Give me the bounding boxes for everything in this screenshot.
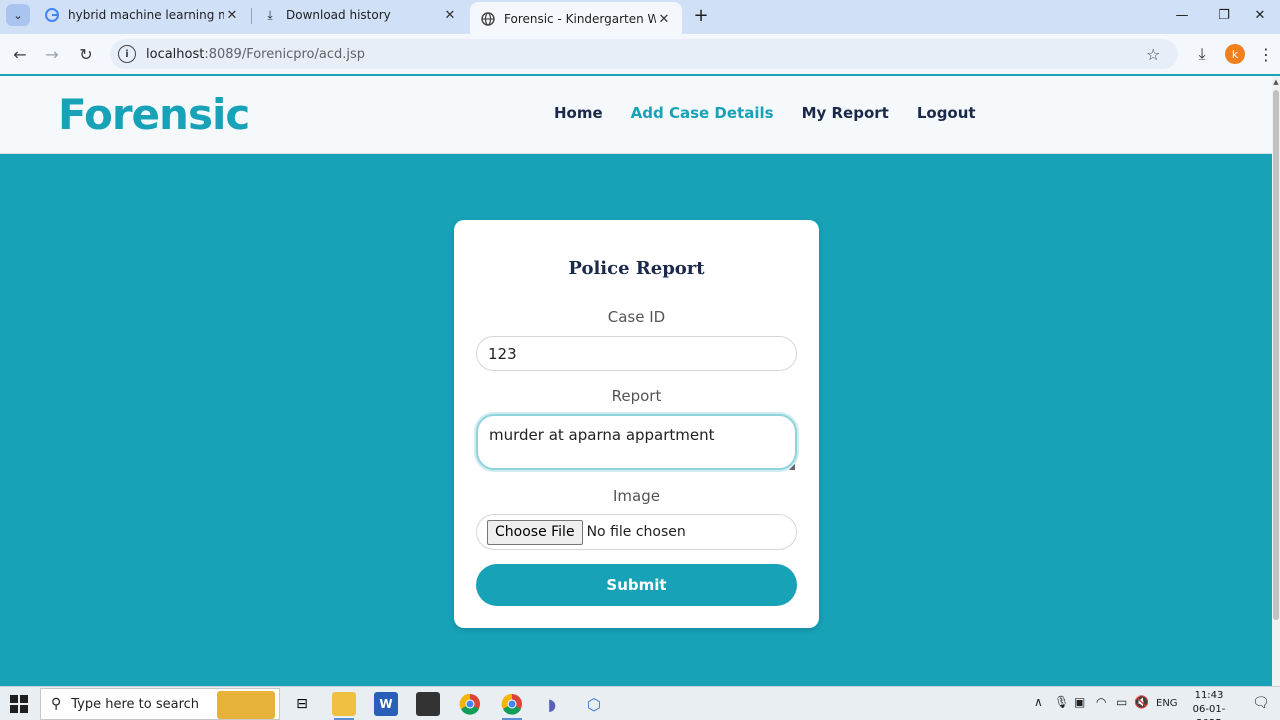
avatar: k bbox=[1225, 44, 1245, 64]
image-label: Image bbox=[613, 487, 660, 505]
terminal-icon[interactable] bbox=[416, 692, 440, 716]
globe-icon bbox=[480, 11, 496, 27]
site-header: Forensic Home Add Case Details My Report… bbox=[0, 76, 1272, 154]
clock-time: 11:43 bbox=[1194, 690, 1224, 701]
tab-hybrid-ml[interactable]: hybrid machine learning model ✕ bbox=[34, 0, 250, 30]
windows-taskbar: ⚲ Type here to search ⊟ W ◗ ⬡ ∧ 🎙 ▣ ◠ ▭ … bbox=[0, 686, 1280, 720]
minimize-icon[interactable]: — bbox=[1162, 2, 1202, 28]
battery-icon[interactable]: ▭ bbox=[1116, 695, 1127, 709]
restore-icon[interactable]: ❐ bbox=[1204, 2, 1244, 28]
submit-button[interactable]: Submit bbox=[476, 564, 797, 606]
browser-tab-strip: ⌄ hybrid machine learning model ✕ ⤓ Down… bbox=[0, 0, 1280, 36]
file-status-text: No file chosen bbox=[586, 524, 686, 540]
profile-avatar[interactable]: k bbox=[1224, 42, 1246, 66]
url-path: :8089/Forenicpro/acd.jsp bbox=[204, 46, 366, 62]
search-icon: ⚲ bbox=[51, 696, 62, 712]
virtualbox-icon[interactable]: ⬡ bbox=[582, 692, 606, 716]
image-file-input[interactable]: Choose File No file chosen bbox=[476, 514, 797, 550]
police-report-card: Police Report Case ID Report murder at a… bbox=[454, 220, 819, 628]
clock-date: 06-01-2025 bbox=[1192, 704, 1226, 720]
site-logo[interactable]: Forensic bbox=[58, 90, 250, 139]
site-info-icon[interactable]: i bbox=[118, 45, 136, 63]
nav-my-report[interactable]: My Report bbox=[802, 104, 889, 122]
main-nav: Home Add Case Details My Report Logout bbox=[554, 104, 1004, 122]
nav-logout[interactable]: Logout bbox=[917, 104, 976, 122]
address-bar[interactable]: i localhost:8089/Forenicpro/acd.jsp ☆ bbox=[110, 39, 1178, 69]
report-label: Report bbox=[611, 387, 662, 405]
search-highlight-image bbox=[217, 691, 275, 719]
volume-muted-icon[interactable]: 🔇 bbox=[1134, 695, 1149, 709]
kebab-menu-icon[interactable]: ⋮ bbox=[1256, 42, 1276, 66]
close-icon[interactable]: ✕ bbox=[442, 7, 458, 23]
chrome-profile-icon[interactable] bbox=[500, 692, 524, 720]
microphone-icon[interactable]: 🎙 bbox=[1054, 695, 1069, 709]
word-icon[interactable]: W bbox=[374, 692, 398, 716]
meet-icon[interactable]: ▣ bbox=[1074, 695, 1085, 709]
google-icon bbox=[44, 7, 60, 23]
choose-file-button[interactable]: Choose File bbox=[487, 519, 583, 545]
tab-search-chevron-icon[interactable]: ⌄ bbox=[6, 4, 30, 26]
windows-start-icon[interactable] bbox=[10, 695, 28, 713]
tab-title: Forensic - Kindergarten Website bbox=[504, 12, 656, 26]
report-textarea[interactable]: murder at aparna appartment bbox=[476, 414, 797, 470]
scrollbar-thumb[interactable] bbox=[1273, 90, 1279, 620]
case-id-label: Case ID bbox=[607, 308, 666, 326]
wifi-icon[interactable]: ◠ bbox=[1096, 695, 1106, 709]
resize-handle-icon[interactable]: ◢ bbox=[789, 462, 795, 471]
chrome-icon[interactable] bbox=[458, 692, 482, 716]
downloads-icon[interactable]: ⤓ bbox=[1190, 42, 1214, 66]
language-indicator[interactable]: ENG bbox=[1156, 698, 1178, 709]
tray-chevron-icon[interactable]: ∧ bbox=[1034, 695, 1043, 709]
url-text: localhost:8089/Forenicpro/acd.jsp bbox=[146, 47, 1146, 62]
form-title: Police Report bbox=[568, 258, 705, 279]
notifications-icon[interactable]: 🗨 bbox=[1252, 695, 1270, 711]
tab-forensic-active[interactable]: Forensic - Kindergarten Website ✕ bbox=[470, 2, 682, 36]
close-icon[interactable]: ✕ bbox=[656, 11, 672, 27]
eclipse-icon[interactable]: ◗ bbox=[540, 692, 564, 716]
tab-title: hybrid machine learning model bbox=[68, 8, 224, 22]
browser-toolbar: ← → ↻ i localhost:8089/Forenicpro/acd.js… bbox=[0, 34, 1280, 74]
back-arrow-icon[interactable]: ← bbox=[8, 42, 32, 66]
new-tab-plus-icon[interactable]: + bbox=[690, 4, 712, 26]
search-placeholder: Type here to search bbox=[71, 696, 200, 712]
tab-download-history[interactable]: ⤓ Download history ✕ bbox=[252, 0, 468, 30]
download-icon: ⤓ bbox=[267, 7, 273, 22]
taskbar-clock[interactable]: 11:43 06-01-2025 bbox=[1186, 689, 1232, 720]
reload-icon[interactable]: ↻ bbox=[74, 42, 98, 66]
case-id-input[interactable] bbox=[476, 336, 797, 371]
url-host: localhost bbox=[146, 46, 205, 62]
nav-add-case-details[interactable]: Add Case Details bbox=[631, 104, 774, 122]
close-icon[interactable]: ✕ bbox=[224, 7, 240, 23]
forward-arrow-icon[interactable]: → bbox=[40, 42, 64, 66]
file-explorer-icon[interactable] bbox=[332, 692, 356, 720]
nav-home[interactable]: Home bbox=[554, 104, 603, 122]
tab-title: Download history bbox=[286, 8, 391, 22]
taskbar-search-box[interactable]: ⚲ Type here to search bbox=[40, 688, 280, 720]
scroll-up-icon[interactable]: ▲ bbox=[1272, 78, 1280, 86]
task-view-icon[interactable]: ⊟ bbox=[290, 692, 314, 716]
page-scrollbar[interactable]: ▲ bbox=[1272, 76, 1280, 686]
window-close-icon[interactable]: ✕ bbox=[1240, 2, 1280, 28]
bookmark-star-icon[interactable]: ☆ bbox=[1146, 45, 1168, 64]
